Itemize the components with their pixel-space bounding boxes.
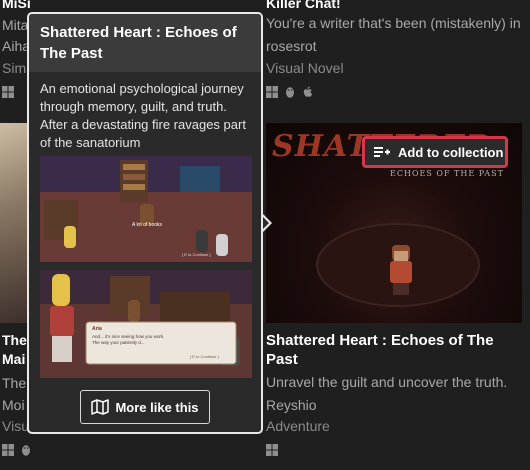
linux-icon [22, 445, 30, 456]
windows-icon [2, 86, 14, 98]
left-card-author[interactable]: Mita [2, 17, 28, 33]
right-card-author[interactable]: Reyshio [266, 397, 317, 413]
left-card-line: Aiha [2, 38, 30, 54]
game-preview-popup: Shattered Heart : Echoes of The Past An … [27, 12, 263, 434]
more-like-this-label: More like this [115, 399, 199, 415]
left-card-platforms [2, 86, 14, 98]
add-to-collection-button[interactable]: Add to collection [362, 136, 508, 168]
left-card-thumbnail[interactable] [0, 123, 30, 323]
windows-icon [266, 444, 278, 456]
screenshot-2-scene [40, 270, 252, 378]
left-card2-title-1[interactable]: The [2, 332, 27, 348]
screenshot-2-hint: [ E to Continue ] [190, 354, 219, 359]
right-top-card-title[interactable]: Killer Chat! [266, 0, 341, 11]
left-card2-title-2[interactable]: Mai [2, 351, 25, 367]
more-like-this-button[interactable]: More like this [80, 390, 210, 424]
add-to-collection-label: Add to collection [398, 144, 504, 160]
left-card-genre: Simu [2, 60, 30, 76]
linux-icon [286, 87, 294, 98]
right-top-card-author[interactable]: rosesrot [266, 38, 317, 54]
right-card-genre: Adventure [266, 418, 330, 434]
thumbnail-subtitle: ECHOES OF THE PAST [390, 169, 504, 178]
screenshot-1-scene [40, 156, 252, 262]
popup-description: An emotional psychological journey throu… [40, 81, 246, 150]
left-card2-author[interactable]: Moi [2, 397, 25, 413]
right-top-card-tagline: You're a writer that's been (mistakenly)… [266, 15, 521, 31]
popup-arrow-inner [262, 216, 269, 230]
left-game-column: MiSide DEMO Mita Aiha Simu The Mai The M… [0, 0, 30, 470]
screenshot-2-speaker: Aria [92, 326, 102, 332]
right-top-card-platforms [266, 86, 314, 98]
screenshot-1-caption: A lot of books [132, 222, 163, 228]
screenshot-2-text: And... it's nice seeing how you work. Th… [92, 334, 165, 345]
right-card-platforms [266, 444, 278, 456]
popup-screenshot-1: A lot of books [ E to Continue ] [40, 156, 252, 262]
right-card-tagline: Unravel the guilt and uncover the truth. [266, 374, 508, 390]
character-sprite [390, 245, 412, 295]
popup-title[interactable]: Shattered Heart : Echoes of The Past [29, 14, 261, 72]
left-card2-genre: Visu [2, 418, 29, 434]
map-icon [91, 399, 110, 415]
windows-icon [2, 444, 14, 456]
screenshot-1-hint: [ E to Continue ] [182, 252, 211, 257]
add-to-list-icon [374, 147, 390, 157]
right-card-title[interactable]: Shattered Heart : Echoes of The Past [266, 331, 524, 369]
left-card-title[interactable]: MiSide DEMO [2, 0, 30, 11]
popup-screenshot-2: Aria And... it's nice seeing how you wor… [40, 270, 252, 378]
left-card2-platforms [2, 444, 30, 456]
right-top-card-genre: Visual Novel [266, 60, 344, 76]
windows-icon [266, 86, 278, 98]
apple-icon [303, 86, 313, 97]
left-card2-tagline: The [2, 375, 27, 391]
